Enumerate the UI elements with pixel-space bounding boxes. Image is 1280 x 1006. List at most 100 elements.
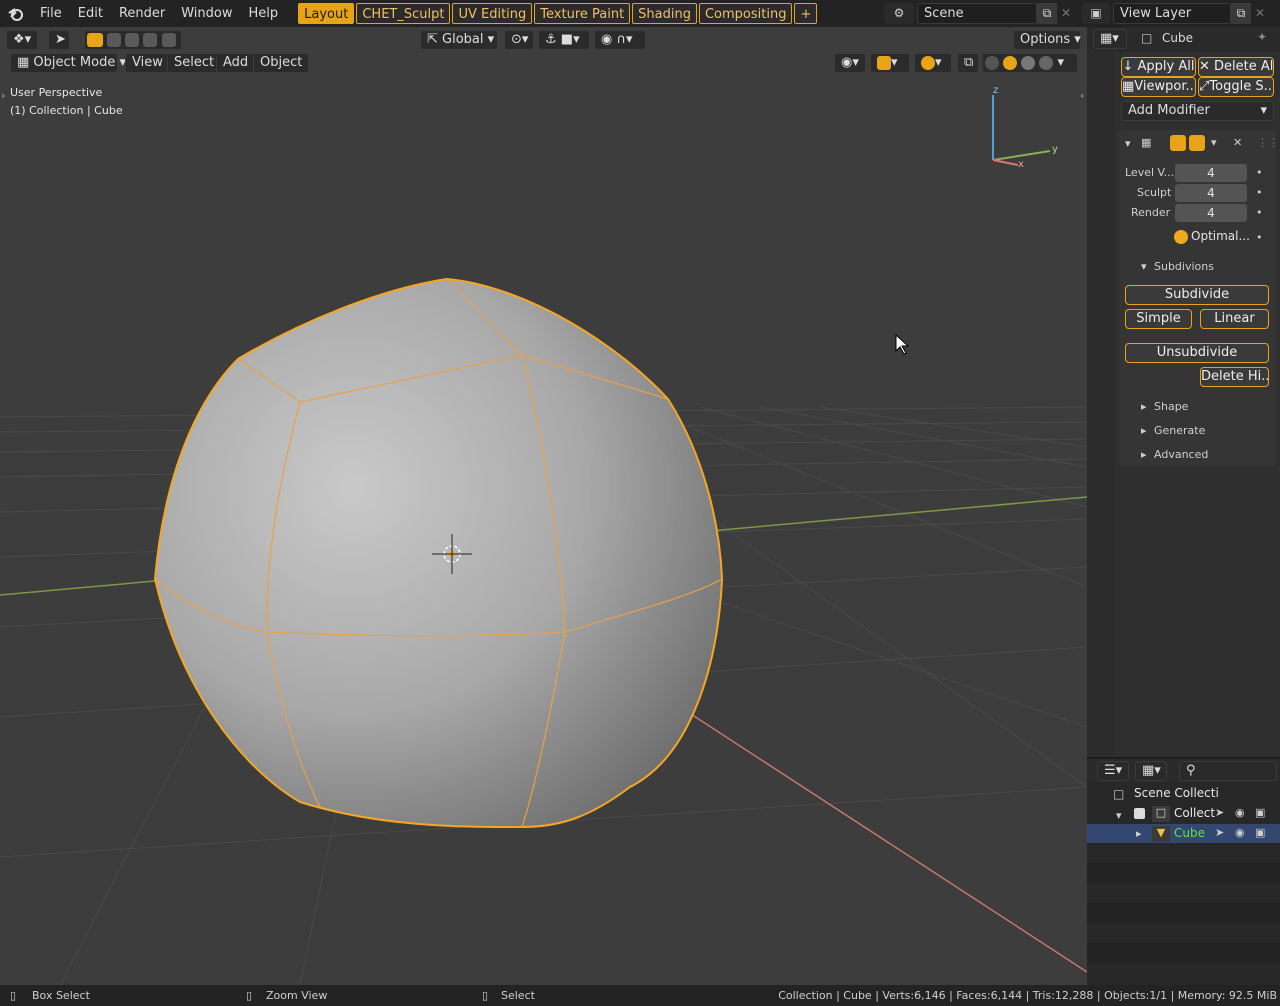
cube-label[interactable]: Cube <box>1174 826 1205 840</box>
menu-add[interactable]: Add <box>216 53 256 73</box>
pin-icon[interactable]: ✦ <box>1257 30 1267 44</box>
3d-viewport[interactable]: z y x ❖▾ ➤ ⇱ Global ▾ ⊙▾ ⚓ ■▾ ◉ ∩▾ Optio… <box>0 27 1087 985</box>
collection-expand-icon[interactable]: ▾ <box>1116 809 1122 822</box>
menu-object[interactable]: Object <box>253 53 310 73</box>
delete-all-button[interactable]: ✕ Delete All <box>1198 57 1274 77</box>
level-viewport-keyframe-icon[interactable]: • <box>1256 166 1263 179</box>
overlay-toggle[interactable]: ▾ <box>914 53 952 73</box>
outliner-search-field[interactable]: ⚲ <box>1179 761 1277 781</box>
transform-orientation-dropdown[interactable]: ⇱ Global ▾ <box>420 30 498 50</box>
delete-higher-button[interactable]: Delete Hi... <box>1200 367 1269 387</box>
cube-render-icon[interactable]: ▣ <box>1255 826 1265 839</box>
modifier-menu-icon[interactable]: ▾ <box>1211 136 1217 149</box>
subdivisions-collapse-icon[interactable]: ▾ <box>1141 260 1147 273</box>
options-dropdown[interactable]: Options ▾ <box>1013 30 1081 50</box>
unsubdivide-button[interactable]: Unsubdivide <box>1125 343 1269 363</box>
subdivide-button[interactable]: Subdivide <box>1125 285 1269 305</box>
scene-collection-label[interactable]: Scene Collecti <box>1134 786 1219 800</box>
material-shading-icon[interactable] <box>1021 55 1036 70</box>
solid-shading-icon[interactable] <box>1003 55 1018 70</box>
tab-layout[interactable]: Layout <box>298 3 355 24</box>
collection-label[interactable]: Collect <box>1174 806 1215 820</box>
rendered-shading-icon[interactable] <box>1039 55 1054 70</box>
collection-checkbox[interactable] <box>1134 808 1145 819</box>
editor-type-button[interactable]: ❖▾ <box>6 30 38 50</box>
copy-scene-icon[interactable]: ⧉ <box>1037 3 1057 24</box>
snap-toggle[interactable]: ⚓ ■▾ <box>538 30 590 50</box>
tab-uv-editing[interactable]: UV Editing <box>452 3 533 24</box>
level-render-field[interactable]: 4 <box>1175 204 1247 222</box>
menu-edit[interactable]: Edit <box>70 0 111 27</box>
shape-expand-icon[interactable]: ▸ <box>1141 400 1147 413</box>
wireframe-shading-icon[interactable] <box>985 55 999 70</box>
selected-cube-mesh[interactable] <box>153 277 724 829</box>
viewport-toggle-button[interactable]: ▦Viewpor... <box>1121 77 1196 97</box>
toolbar-expand-icon[interactable]: › <box>1 89 5 102</box>
tab-shading[interactable]: Shading <box>632 3 697 24</box>
level-viewport-field[interactable]: 4 <box>1175 164 1247 182</box>
gizmo-toggle[interactable]: ▾ <box>870 53 910 73</box>
collection-visibility-icon[interactable]: ◉ <box>1235 806 1245 819</box>
scene-icon[interactable]: ⚙ <box>884 3 914 24</box>
level-sculpt-keyframe-icon[interactable]: • <box>1256 186 1263 199</box>
proportional-editing-toggle[interactable]: ◉ ∩▾ <box>594 30 646 50</box>
menu-file[interactable]: File <box>32 0 70 27</box>
select-mode-group[interactable] <box>84 30 182 50</box>
show-in-viewport-icon[interactable] <box>1170 135 1186 151</box>
linear-button[interactable]: Linear <box>1200 309 1269 329</box>
menu-select[interactable]: Select <box>167 53 222 73</box>
level-sculpt-field[interactable]: 4 <box>1175 184 1247 202</box>
sidebar-expand-icon[interactable]: ‹ <box>1080 89 1084 102</box>
view-layer-icon[interactable]: ▣ <box>1082 3 1110 24</box>
remove-modifier-icon[interactable]: ✕ <box>1233 136 1242 149</box>
add-workspace-button[interactable]: + <box>794 3 818 24</box>
close-view-layer-icon[interactable]: ✕ <box>1251 3 1269 24</box>
advanced-panel-header[interactable]: Advanced <box>1154 448 1208 461</box>
show-in-render-icon[interactable] <box>1189 135 1205 151</box>
navigation-gizmo[interactable] <box>992 95 1051 166</box>
cube-visibility-icon[interactable]: ◉ <box>1235 826 1245 839</box>
advanced-expand-icon[interactable]: ▸ <box>1141 448 1147 461</box>
cube-expand-icon[interactable]: ▸ <box>1136 827 1142 840</box>
collapse-modifier-icon[interactable]: ▾ <box>1125 137 1131 150</box>
select-subtract-icon[interactable] <box>125 33 140 47</box>
blender-logo-icon[interactable] <box>0 0 32 27</box>
properties-editor-type-button[interactable]: ▦▾ <box>1093 29 1127 49</box>
select-intersect-icon[interactable] <box>161 33 176 47</box>
outliner-display-mode-button[interactable]: ▦▾ <box>1135 761 1167 781</box>
select-new-icon[interactable] <box>87 33 103 47</box>
visibility-dropdown[interactable]: ◉▾ <box>834 53 866 73</box>
drag-handle-icon[interactable]: ⋮⋮ <box>1257 136 1279 149</box>
cube-select-icon[interactable]: ➤ <box>1215 826 1224 839</box>
optimal-display-checkbox[interactable] <box>1174 230 1188 244</box>
simple-button[interactable]: Simple <box>1125 309 1192 329</box>
object-mode-dropdown[interactable]: ▦ Object Mode ▾ <box>10 53 126 73</box>
toggle-stack-button[interactable]: ⤢Toggle S... <box>1198 77 1274 97</box>
tab-chet-sculpt[interactable]: CHET_Sculpt <box>356 3 451 24</box>
generate-expand-icon[interactable]: ▸ <box>1141 424 1147 437</box>
select-extend-icon[interactable] <box>107 33 122 47</box>
outliner-editor-type-button[interactable]: ☰▾ <box>1097 761 1129 781</box>
view-layer-field[interactable]: View Layer <box>1113 3 1231 24</box>
collection-select-icon[interactable]: ➤ <box>1215 806 1224 819</box>
level-render-keyframe-icon[interactable]: • <box>1256 206 1263 219</box>
pivot-point-dropdown[interactable]: ⊙▾ <box>504 30 534 50</box>
select-tool-icon[interactable]: ➤ <box>48 30 70 50</box>
optimal-keyframe-icon[interactable]: • <box>1256 231 1263 244</box>
menu-window[interactable]: Window <box>173 0 240 27</box>
scene-name-field[interactable]: Scene <box>917 3 1037 24</box>
select-invert-icon[interactable] <box>143 33 158 47</box>
menu-help[interactable]: Help <box>241 0 287 27</box>
collection-render-icon[interactable]: ▣ <box>1255 806 1265 819</box>
shape-panel-header[interactable]: Shape <box>1154 400 1188 413</box>
tab-texture-paint[interactable]: Texture Paint <box>534 3 631 24</box>
generate-panel-header[interactable]: Generate <box>1154 424 1205 437</box>
tab-compositing[interactable]: Compositing <box>698 3 793 24</box>
copy-view-layer-icon[interactable]: ⧉ <box>1231 3 1251 24</box>
close-scene-icon[interactable]: ✕ <box>1057 3 1075 24</box>
xray-toggle[interactable]: ⧉ <box>957 53 979 73</box>
add-modifier-dropdown[interactable]: Add Modifier ▾ <box>1121 101 1274 121</box>
shading-mode-group[interactable]: ▾ <box>982 53 1078 73</box>
menu-view[interactable]: View <box>125 53 170 73</box>
menu-render[interactable]: Render <box>111 0 173 27</box>
